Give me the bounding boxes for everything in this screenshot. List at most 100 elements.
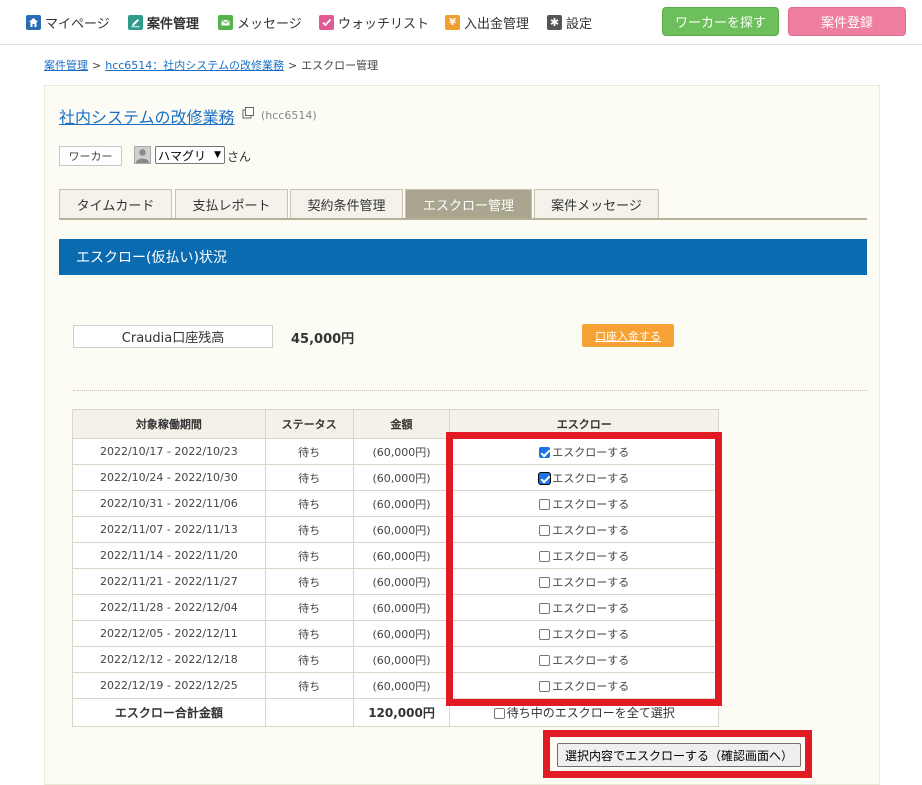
status-cell: 待ち: [264, 490, 354, 517]
escrow-checkbox-label[interactable]: エスクローする: [552, 524, 629, 537]
status-cell: 待ち: [264, 438, 354, 465]
find-worker-button[interactable]: ワーカーを探す: [662, 7, 779, 36]
escrow-checkbox[interactable]: [539, 498, 551, 510]
table-row: 2022/11/14 - 2022/11/20 待ち (60,000円) エスクローす…: [72, 542, 719, 569]
nav-settings[interactable]: ✱ 設定: [547, 13, 593, 32]
period-cell: 2022/10/17 - 2022/10/23: [72, 438, 266, 465]
avatar: [134, 146, 151, 164]
tab-escrow[interactable]: エスクロー管理: [405, 189, 532, 219]
status-cell: 待ち: [264, 672, 354, 699]
header-period: 対象稼働期間: [72, 409, 266, 439]
escrow-checkbox-label[interactable]: エスクローする: [552, 446, 629, 459]
amount-cell: (60,000円): [352, 438, 451, 465]
deposit-button[interactable]: 口座入金する: [582, 324, 674, 347]
nav-messages[interactable]: メッセージ: [218, 13, 302, 32]
breadcrumb: 案件管理 > hcc6514：社内システムの改修業務 > エスクロー管理: [44, 57, 378, 73]
escrow-checkbox[interactable]: [539, 576, 551, 588]
escrow-checkbox-label[interactable]: エスクローする: [552, 550, 629, 563]
breadcrumb-separator: >: [287, 59, 298, 72]
status-cell: 待ち: [264, 516, 354, 543]
amount-cell: (60,000円): [352, 568, 451, 595]
worker-role-tag: ワーカー: [59, 146, 122, 166]
status-cell: 待ち: [264, 646, 354, 673]
escrow-cell: エスクローする: [449, 490, 719, 517]
post-job-button[interactable]: 案件登録: [788, 7, 906, 36]
escrow-checkbox-label[interactable]: エスクローする: [552, 576, 629, 589]
worker-select[interactable]: ハマグリ ▼: [155, 146, 225, 164]
submit-escrow-button[interactable]: 選択内容でエスクローする（確認画面へ）: [557, 743, 801, 767]
escrow-checkbox[interactable]: [539, 446, 551, 458]
table-row: 2022/12/12 - 2022/12/18 待ち (60,000円) エスクローす…: [72, 646, 719, 673]
table-row: 2022/10/17 - 2022/10/23 待ち (60,000円) エスクローす…: [72, 438, 719, 465]
nav-projects[interactable]: 案件管理: [128, 13, 199, 32]
top-navigation: マイページ 案件管理 メッセージ ウォッチリスト ¥ 入出金管理 ✱ 設定 ワーカー…: [0, 0, 922, 45]
select-all-cell: 待ち中のエスクローを全て選択: [449, 698, 719, 727]
project-id: (hcc6514): [261, 109, 317, 122]
escrow-cell: エスクローする: [449, 516, 719, 543]
status-cell: 待ち: [264, 568, 354, 595]
tabs-underline: [59, 218, 867, 220]
escrow-table: 対象稼働期間 ステータス 金額 エスクロー 2022/10/17 - 2022/…: [72, 409, 719, 727]
status-cell: 待ち: [264, 542, 354, 569]
period-cell: 2022/11/28 - 2022/12/04: [72, 594, 266, 621]
honorific: さん: [227, 150, 252, 164]
nav-watchlist-label: ウォッチリスト: [338, 16, 430, 32]
breadcrumb-project-link[interactable]: hcc6514：社内システムの改修業務: [105, 59, 284, 72]
escrow-checkbox-label[interactable]: エスクローする: [552, 472, 629, 485]
breadcrumb-separator: >: [92, 59, 102, 72]
escrow-cell: エスクローする: [449, 672, 719, 699]
tab-payment-report[interactable]: 支払レポート: [175, 189, 288, 219]
external-link-icon[interactable]: [242, 107, 254, 119]
escrow-checkbox[interactable]: [539, 524, 551, 536]
escrow-checkbox-label[interactable]: エスクローする: [552, 654, 629, 667]
check-icon: [319, 14, 334, 30]
select-all-label[interactable]: 待ち中のエスクローを全て選択: [507, 706, 675, 720]
nav-watchlist[interactable]: ウォッチリスト: [319, 13, 430, 32]
status-cell: 待ち: [264, 620, 354, 647]
total-row: エスクロー合計金額 120,000円 待ち中のエスクローを全て選択: [72, 698, 719, 727]
period-cell: 2022/12/12 - 2022/12/18: [72, 646, 266, 673]
tab-timecard[interactable]: タイムカード: [59, 189, 172, 219]
amount-cell: (60,000円): [352, 490, 451, 517]
total-label: エスクロー合計金額: [72, 698, 266, 727]
tab-contract[interactable]: 契約条件管理: [290, 189, 403, 219]
breadcrumb-current: エスクロー管理: [301, 59, 379, 72]
escrow-checkbox-label[interactable]: エスクローする: [552, 628, 629, 641]
escrow-checkbox[interactable]: [539, 602, 551, 614]
table-row: 2022/11/07 - 2022/11/13 待ち (60,000円) エスクローす…: [72, 516, 719, 543]
escrow-cell: エスクローする: [449, 438, 719, 465]
mail-icon: [218, 14, 233, 30]
edit-icon: [128, 14, 143, 30]
balance-value: 45,000円: [291, 332, 355, 347]
escrow-checkbox[interactable]: [539, 680, 551, 692]
header-escrow: エスクロー: [449, 409, 719, 439]
escrow-checkbox[interactable]: [539, 472, 551, 484]
escrow-cell: エスクローする: [449, 594, 719, 621]
project-title-link[interactable]: 社内システムの改修業務: [59, 104, 235, 128]
escrow-checkbox-label[interactable]: エスクローする: [552, 498, 629, 511]
nav-mypage-label: マイページ: [45, 16, 110, 32]
select-all-checkbox[interactable]: [493, 708, 505, 719]
nav-settings-label: 設定: [566, 16, 593, 32]
period-cell: 2022/10/31 - 2022/11/06: [72, 490, 266, 517]
section-header: エスクロー(仮払い)状況: [59, 239, 867, 275]
period-cell: 2022/10/24 - 2022/10/30: [72, 464, 266, 491]
amount-cell: (60,000円): [352, 672, 451, 699]
table-row: 2022/10/31 - 2022/11/06 待ち (60,000円) エスクローす…: [72, 490, 719, 517]
period-cell: 2022/12/05 - 2022/12/11: [72, 620, 266, 647]
escrow-cell: エスクローする: [449, 464, 719, 491]
total-spacer: [265, 698, 354, 727]
breadcrumb-projects-link[interactable]: 案件管理: [44, 59, 88, 72]
tab-project-messages[interactable]: 案件メッセージ: [534, 189, 659, 219]
nav-mypage[interactable]: マイページ: [26, 13, 110, 32]
escrow-checkbox[interactable]: [539, 654, 551, 666]
nav-payments[interactable]: ¥ 入出金管理: [445, 13, 529, 32]
escrow-checkbox-label[interactable]: エスクローする: [552, 680, 629, 693]
nav-messages-label: メッセージ: [237, 16, 302, 32]
escrow-checkbox[interactable]: [539, 550, 551, 562]
amount-cell: (60,000円): [352, 646, 451, 673]
chevron-down-icon: ▼: [214, 150, 221, 160]
escrow-checkbox-label[interactable]: エスクローする: [552, 602, 629, 615]
escrow-checkbox[interactable]: [539, 628, 551, 640]
amount-cell: (60,000円): [352, 594, 451, 621]
